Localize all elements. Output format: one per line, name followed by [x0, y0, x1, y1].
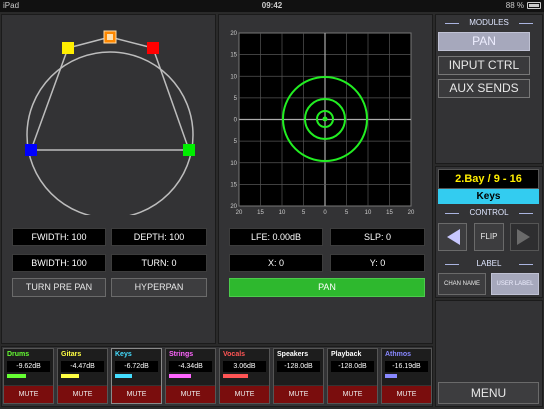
depth-field[interactable]: DEPTH: 100	[111, 228, 207, 246]
channel-level-bar	[223, 374, 248, 378]
mute-button[interactable]: MUTE	[220, 385, 269, 403]
arrow-right-icon	[517, 229, 530, 245]
mute-button[interactable]: MUTE	[58, 385, 107, 403]
x-tick-label: 20	[408, 210, 415, 215]
x-tick-label: 5	[302, 210, 306, 215]
y-tick-label: 15	[230, 53, 237, 59]
control-title: CONTROL	[469, 208, 509, 217]
channel-level: -4.34dB	[169, 361, 212, 372]
y-tick-label: 5	[234, 139, 238, 145]
channel-level-bar	[169, 374, 191, 378]
x-tick-label: 10	[365, 210, 372, 215]
chan-name-button[interactable]: CHAN NAME	[438, 273, 486, 295]
channel-name: Drums	[7, 351, 30, 358]
status-bar: iPad 09:42 88 %	[0, 0, 544, 12]
y-field[interactable]: Y: 0	[330, 254, 425, 272]
pan-position-handle[interactable]	[322, 116, 328, 122]
surround-pan-view[interactable]	[2, 15, 215, 215]
user-label-button[interactable]: USER LABEL	[491, 273, 539, 295]
channel-strip[interactable]: Vocals 3.06dB MUTE	[219, 348, 270, 404]
menu-button[interactable]: MENU	[438, 382, 539, 404]
channel-name: Gitars	[61, 351, 82, 358]
battery-icon	[527, 2, 541, 9]
mute-button[interactable]: MUTE	[382, 385, 431, 403]
battery-percent: 88 %	[505, 1, 524, 10]
channel-name: Speakers	[277, 351, 309, 358]
channel-level: -16.19dB	[385, 361, 428, 372]
control-title-row: CONTROL	[437, 208, 541, 217]
channel-strip[interactable]: Drums -9.62dB MUTE	[3, 348, 54, 404]
channel-level: -128.0dB	[331, 361, 374, 372]
channel-level: -6.72dB	[115, 361, 158, 372]
speaker-right-front[interactable]	[147, 42, 159, 54]
channel-name: Playback	[331, 351, 362, 358]
channel-level-bar	[115, 374, 132, 378]
channel-level: 3.06dB	[223, 361, 266, 372]
pan-button[interactable]: PAN	[229, 278, 425, 297]
channel-strip[interactable]: Athmos -16.19dB MUTE	[381, 348, 432, 404]
channel-strip[interactable]: Playback -128.0dB MUTE	[327, 348, 378, 404]
modules-title: MODULES	[469, 18, 509, 27]
mute-button[interactable]: MUTE	[328, 385, 377, 403]
channel-name: Vocals	[223, 351, 246, 358]
y-tick-label: 10	[230, 161, 237, 167]
selected-channel-label: Keys	[438, 189, 539, 204]
channel-level-bar	[61, 374, 79, 378]
mute-button[interactable]: MUTE	[112, 385, 161, 403]
module-input-ctrl-button[interactable]: INPUT CTRL	[438, 56, 530, 75]
channel-strip[interactable]: Speakers -128.0dB MUTE	[273, 348, 324, 404]
channel-strip[interactable]: Gitars -4.47dB MUTE	[57, 348, 108, 404]
speaker-left-surround[interactable]	[25, 144, 37, 156]
x-tick-label: 15	[386, 210, 393, 215]
bay-label: 2.Bay / 9 - 16	[438, 169, 539, 189]
turn-field[interactable]: TURN: 0	[111, 254, 207, 272]
y-tick-label: 10	[230, 74, 237, 80]
turn-pre-pan-button[interactable]: TURN PRE PAN	[12, 278, 106, 297]
label-title-row: LABEL	[437, 259, 541, 268]
next-channel-button[interactable]	[510, 223, 539, 251]
channel-level: -128.0dB	[277, 361, 320, 372]
channel-strip[interactable]: Strings -4.34dB MUTE	[165, 348, 216, 404]
x-tick-label: 10	[279, 210, 286, 215]
label-title: LABEL	[476, 259, 502, 268]
y-tick-label: 20	[230, 31, 237, 37]
previous-channel-button[interactable]	[438, 223, 467, 251]
channel-name: Strings	[169, 351, 194, 358]
speaker-right-surround[interactable]	[183, 144, 195, 156]
speaker-left-front[interactable]	[62, 42, 74, 54]
y-tick-label: 15	[230, 182, 237, 188]
clock: 09:42	[261, 1, 283, 10]
lfe-field[interactable]: LFE: 0.00dB	[229, 228, 323, 246]
x-tick-label: 15	[257, 210, 264, 215]
fwidth-field[interactable]: FWIDTH: 100	[12, 228, 106, 246]
channel-strip[interactable]: Keys -6.72dB MUTE	[111, 348, 162, 404]
modules-title-row: MODULES	[437, 18, 541, 27]
mute-button[interactable]: MUTE	[4, 385, 53, 403]
mute-button[interactable]: MUTE	[274, 385, 323, 403]
pan-panel: FWIDTH: 100 DEPTH: 100 BWIDTH: 100 TURN:…	[1, 14, 216, 344]
x-tick-label: 0	[323, 210, 327, 215]
module-aux-sends-button[interactable]: AUX SENDS	[438, 79, 530, 98]
channel-level-bar	[7, 374, 26, 378]
mute-button[interactable]: MUTE	[166, 385, 215, 403]
y-tick-label: 5	[234, 96, 238, 102]
channel-name: Athmos	[385, 351, 412, 358]
bwidth-field[interactable]: BWIDTH: 100	[12, 254, 106, 272]
channel-level: -4.47dB	[61, 361, 104, 372]
x-tick-label: 20	[236, 210, 243, 215]
flip-button[interactable]: FLIP	[474, 223, 504, 251]
module-pan-button[interactable]: PAN	[438, 32, 530, 51]
xy-panel: 20 15 10 5 0 5 10 15 20 20 15 10 5 0 5 10 15 20 LFE: 0.0…	[218, 14, 433, 344]
x-tick-label: 5	[345, 210, 349, 215]
y-tick-label: 0	[234, 118, 238, 124]
slp-field[interactable]: SLP: 0	[330, 228, 425, 246]
arrow-left-icon	[447, 229, 460, 245]
x-field[interactable]: X: 0	[229, 254, 323, 272]
hyperpan-button[interactable]: HYPERPAN	[111, 278, 207, 297]
xy-pad[interactable]: 201510505101520 20 15 10 5 0 5 10 15 20	[219, 15, 432, 215]
channel-level-bar	[385, 374, 397, 378]
channel-name: Keys	[115, 351, 132, 358]
channel-level: -9.62dB	[7, 361, 50, 372]
